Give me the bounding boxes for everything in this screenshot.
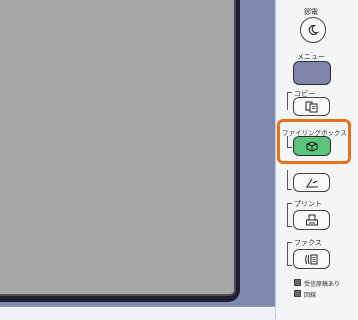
scan-button[interactable] <box>293 173 330 192</box>
fax-label: ファクス <box>294 239 322 247</box>
filing-box-button[interactable] <box>293 136 331 156</box>
power-save-button[interactable] <box>300 17 326 43</box>
touch-screen[interactable] <box>0 0 236 296</box>
scan-bracket <box>287 170 292 190</box>
fax-button[interactable] <box>293 249 330 269</box>
moon-icon <box>308 24 319 35</box>
fax-icon <box>305 254 318 264</box>
copy-bracket <box>287 92 292 110</box>
device-bottom-edge <box>0 306 275 320</box>
line-indicator-label: 回線 <box>304 292 317 299</box>
printer-icon <box>305 214 318 225</box>
print-bracket <box>287 203 292 227</box>
line-indicator-led <box>294 290 301 297</box>
fax-bracket <box>287 242 292 266</box>
menu-button[interactable] <box>293 61 331 85</box>
received-indicator-led <box>294 279 301 286</box>
copy-button[interactable] <box>293 97 330 116</box>
filing-box-bracket <box>287 136 292 148</box>
print-button[interactable] <box>293 210 330 230</box>
device-body <box>0 0 275 319</box>
scan-icon <box>305 178 318 187</box>
print-label: プリント <box>294 200 322 208</box>
copy-icon <box>305 101 317 112</box>
power-save-label: 節電 <box>304 8 318 16</box>
received-indicator-label: 受信原稿あり <box>304 281 341 288</box>
box-icon <box>306 140 318 152</box>
